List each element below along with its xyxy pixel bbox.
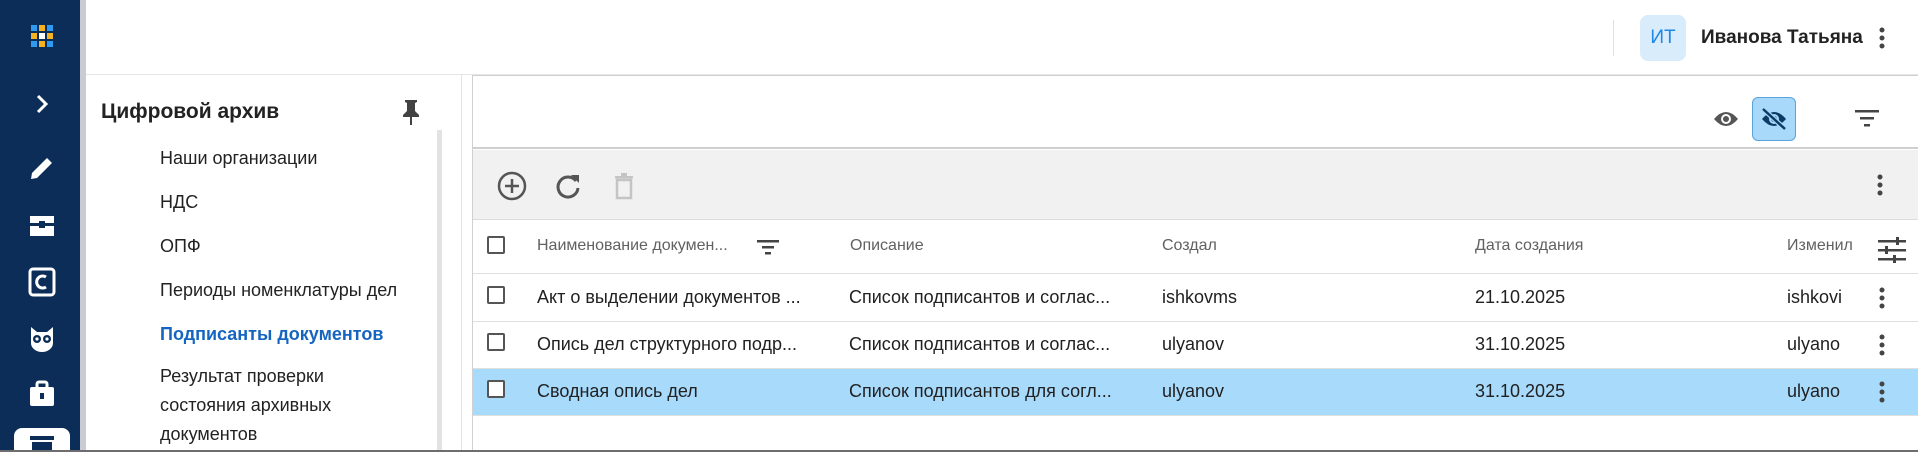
select-all-checkbox[interactable] bbox=[487, 236, 505, 254]
pencil-icon[interactable] bbox=[14, 144, 70, 192]
briefcase-icon[interactable] bbox=[14, 370, 70, 418]
cell-created-by: ulyanov bbox=[1162, 381, 1225, 401]
filter-icon[interactable] bbox=[1849, 100, 1885, 136]
column-header-created-by[interactable]: Создал bbox=[1162, 237, 1217, 255]
column-filter-icon[interactable] bbox=[755, 235, 781, 259]
toolbar-more-icon[interactable] bbox=[1868, 168, 1892, 202]
sidebar-divider bbox=[461, 75, 462, 452]
tray-icon[interactable] bbox=[14, 428, 70, 452]
sidebar-item-our-organizations[interactable]: Наши организации bbox=[160, 144, 317, 172]
cell-modified-by: ulyano bbox=[1787, 381, 1841, 401]
cell-modified-by: ulyano bbox=[1787, 334, 1841, 354]
column-header-name[interactable]: Наименование докумен... bbox=[537, 237, 728, 255]
row-checkbox[interactable] bbox=[487, 286, 505, 304]
header-divider bbox=[1613, 20, 1614, 56]
cell-modified-by: ishkovi bbox=[1787, 287, 1843, 307]
row-more-icon[interactable] bbox=[1870, 283, 1894, 313]
sidebar-item-opf[interactable]: ОПФ bbox=[160, 232, 201, 260]
avatar[interactable]: ИТ bbox=[1640, 15, 1686, 61]
cell-created-date: 31.10.2025 bbox=[1475, 381, 1566, 401]
column-header-modified-by[interactable]: Изменил bbox=[1787, 237, 1853, 255]
more-vertical-icon[interactable] bbox=[1870, 22, 1894, 54]
action-toolbar bbox=[473, 150, 1918, 220]
cell-description: Список подписантов и соглас... bbox=[849, 334, 1111, 354]
column-settings-icon[interactable] bbox=[1876, 236, 1908, 264]
cell-description: Список подписантов и соглас... bbox=[849, 287, 1111, 307]
sidebar-item-document-signers[interactable]: Подписанты документов bbox=[160, 320, 383, 348]
sidebar-item-check-result-line2[interactable]: состояния архивных bbox=[160, 391, 331, 419]
cell-created-by: ulyanov bbox=[1162, 334, 1225, 354]
owl-icon[interactable] bbox=[14, 314, 70, 362]
user-name[interactable]: Иванова Татьяна bbox=[1701, 27, 1863, 49]
eye-off-icon[interactable] bbox=[1752, 97, 1796, 141]
sidebar-item-vat[interactable]: НДС bbox=[160, 188, 198, 216]
cell-created-date: 31.10.2025 bbox=[1475, 334, 1566, 354]
sidebar-scrollbar[interactable] bbox=[437, 130, 442, 452]
archive-box-icon[interactable] bbox=[14, 202, 70, 250]
pin-icon[interactable] bbox=[398, 97, 424, 127]
row-more-icon[interactable] bbox=[1870, 377, 1894, 407]
sidebar-item-check-result-line1[interactable]: Результат проверки bbox=[160, 362, 324, 390]
delete-icon[interactable] bbox=[604, 166, 644, 206]
cell-created-date: 21.10.2025 bbox=[1475, 287, 1566, 307]
refresh-icon[interactable] bbox=[548, 166, 588, 206]
row-checkbox[interactable] bbox=[487, 380, 505, 398]
column-header-description[interactable]: Описание bbox=[850, 237, 924, 255]
cell-created-by: ishkovms bbox=[1162, 287, 1238, 307]
cell-name: Акт о выделении документов ... bbox=[537, 287, 801, 307]
letter-c-icon[interactable] bbox=[14, 258, 70, 306]
column-header-created-date[interactable]: Дата создания bbox=[1475, 237, 1583, 255]
cell-name: Сводная опись дел bbox=[537, 381, 698, 401]
sidebar-item-nomenclature-periods[interactable]: Периоды номенклатуры дел bbox=[160, 276, 397, 304]
eye-icon[interactable] bbox=[1708, 97, 1744, 141]
cell-name: Опись дел структурного подр... bbox=[537, 334, 797, 354]
apps-grid-icon[interactable] bbox=[14, 12, 70, 60]
add-circle-icon[interactable] bbox=[492, 166, 532, 206]
sidebar-item-check-result-line3[interactable]: документов bbox=[160, 420, 257, 448]
cell-description: Список подписантов для согл... bbox=[849, 381, 1112, 401]
row-more-icon[interactable] bbox=[1870, 330, 1894, 360]
view-toolbar bbox=[473, 76, 1918, 149]
chevron-right-icon[interactable] bbox=[14, 80, 70, 128]
row-checkbox[interactable] bbox=[487, 333, 505, 351]
sidebar-title: Цифровой архив bbox=[101, 100, 280, 123]
